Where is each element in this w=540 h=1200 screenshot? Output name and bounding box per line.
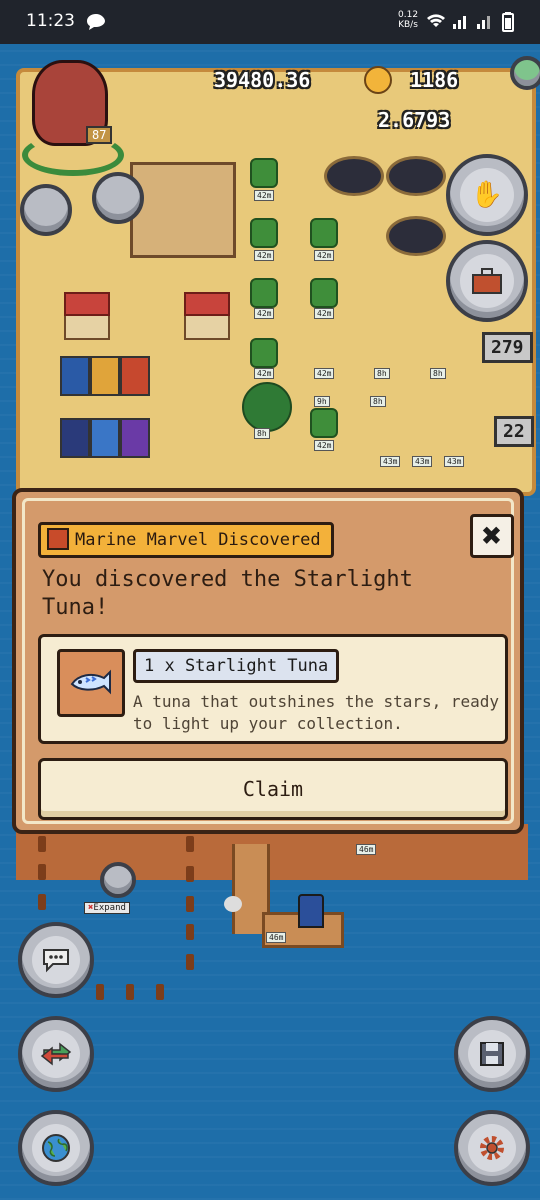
timer-tag: 42m (314, 308, 335, 319)
reward-name: 1 x Starlight Tuna (133, 649, 340, 683)
crop[interactable] (310, 278, 338, 308)
banner (120, 418, 150, 458)
banner (60, 418, 90, 458)
add-icon[interactable] (510, 56, 540, 90)
save-icon (468, 1030, 516, 1078)
save-button[interactable] (454, 1016, 530, 1092)
gem-balance: 1186 (410, 68, 459, 92)
crop[interactable] (250, 338, 278, 368)
timer-tag: 42m (254, 250, 275, 261)
net-speed-value: 0.12 (398, 10, 419, 20)
timer-tag: 42m (254, 308, 275, 319)
settings-button[interactable] (454, 1110, 530, 1186)
player-level: 87 (86, 126, 113, 144)
expand-button[interactable]: ✖Expand (84, 902, 130, 914)
banner (60, 356, 90, 396)
toolbox-button[interactable] (446, 240, 528, 322)
timer-tag: 43m (412, 456, 433, 467)
clock: 11:23 (26, 11, 75, 31)
expand-label: Expand (93, 903, 126, 913)
crop[interactable] (250, 218, 278, 248)
red-house[interactable] (64, 292, 110, 340)
toolbox-icon (460, 254, 514, 308)
timer-tag: 9h (314, 396, 330, 407)
seagull (224, 896, 242, 912)
timer-tag: 42m (314, 440, 335, 451)
swap-button[interactable] (18, 1016, 94, 1092)
timer-tag: 8h (254, 428, 270, 439)
reward-description: A tuna that outshines the stars, ready t… (133, 692, 500, 733)
settings-icon (468, 1124, 516, 1172)
signal-icon-2 (476, 12, 494, 34)
close-icon: ✖ (481, 516, 503, 556)
chat-icon (32, 936, 80, 984)
crop[interactable] (250, 278, 278, 308)
timer-tag: 42m (314, 250, 335, 261)
bag-count-badge: 22 (494, 416, 534, 447)
timer-tag: 46m (356, 844, 377, 855)
fisherman[interactable] (298, 894, 324, 928)
tool-count-badge: 279 (482, 332, 533, 363)
discovery-dialog: Marine Marvel Discovered ✖ You discovere… (12, 488, 524, 834)
timer-tag: 43m (444, 456, 465, 467)
coin-balance: 39480.36 (214, 68, 311, 92)
chest-icon (47, 528, 69, 550)
game-world[interactable]: 42m 42m 42m 42m 42m 42m 42m 42m 8h 8h 8h… (0, 44, 540, 1200)
crop[interactable] (310, 408, 338, 438)
tree[interactable] (242, 382, 292, 432)
pond[interactable] (324, 156, 384, 196)
pond[interactable] (386, 216, 446, 256)
crop[interactable] (310, 218, 338, 248)
timer-tag: 8h (374, 368, 390, 379)
timer-tag: 42m (314, 368, 335, 379)
banner (90, 356, 120, 396)
dialog-title-text: Marine Marvel Discovered (75, 530, 321, 550)
chat-button[interactable] (18, 922, 94, 998)
timer-tag: 42m (254, 190, 275, 201)
crop[interactable] (250, 158, 278, 188)
hammer-icon[interactable] (100, 862, 136, 898)
timer-tag: 42m (254, 368, 275, 379)
close-button[interactable]: ✖ (470, 514, 514, 558)
timer-tag: 8h (370, 396, 386, 407)
coin-icon (364, 66, 392, 94)
farmhouse[interactable] (130, 162, 236, 258)
globe-button[interactable] (18, 1110, 94, 1186)
claim-button[interactable]: Claim (38, 758, 508, 820)
hand-icon: ✋ (460, 168, 514, 222)
battery-icon (502, 12, 514, 36)
banner (120, 356, 150, 396)
timer-tag: 43m (380, 456, 401, 467)
dialog-title: Marine Marvel Discovered (38, 522, 334, 558)
red-house[interactable] (184, 292, 230, 340)
signal-icon (452, 12, 470, 34)
pond[interactable] (386, 156, 446, 196)
reward-card: 1 x Starlight Tuna A tuna that outshines… (38, 634, 508, 744)
status-bar: 11:23 0.12 KB/s (0, 0, 540, 44)
timer-tag: 46m (266, 932, 287, 943)
shop-button[interactable] (92, 172, 144, 224)
discovery-message: You discovered the Starlight Tuna! (42, 567, 413, 620)
message-icon (86, 13, 106, 35)
network-speed: 0.12 KB/s (398, 10, 418, 30)
calendar-button[interactable] (20, 184, 72, 236)
net-speed-unit: KB/s (398, 20, 418, 30)
tuna-icon (57, 649, 125, 717)
swap-icon (32, 1030, 80, 1078)
avatar[interactable]: 87 (16, 54, 124, 176)
wifi-icon (426, 12, 446, 34)
income-rate: 2.6793 (378, 108, 451, 132)
globe-icon (32, 1124, 80, 1172)
timer-tag: 8h (430, 368, 446, 379)
hand-button[interactable]: ✋ (446, 154, 528, 236)
banner (90, 418, 120, 458)
